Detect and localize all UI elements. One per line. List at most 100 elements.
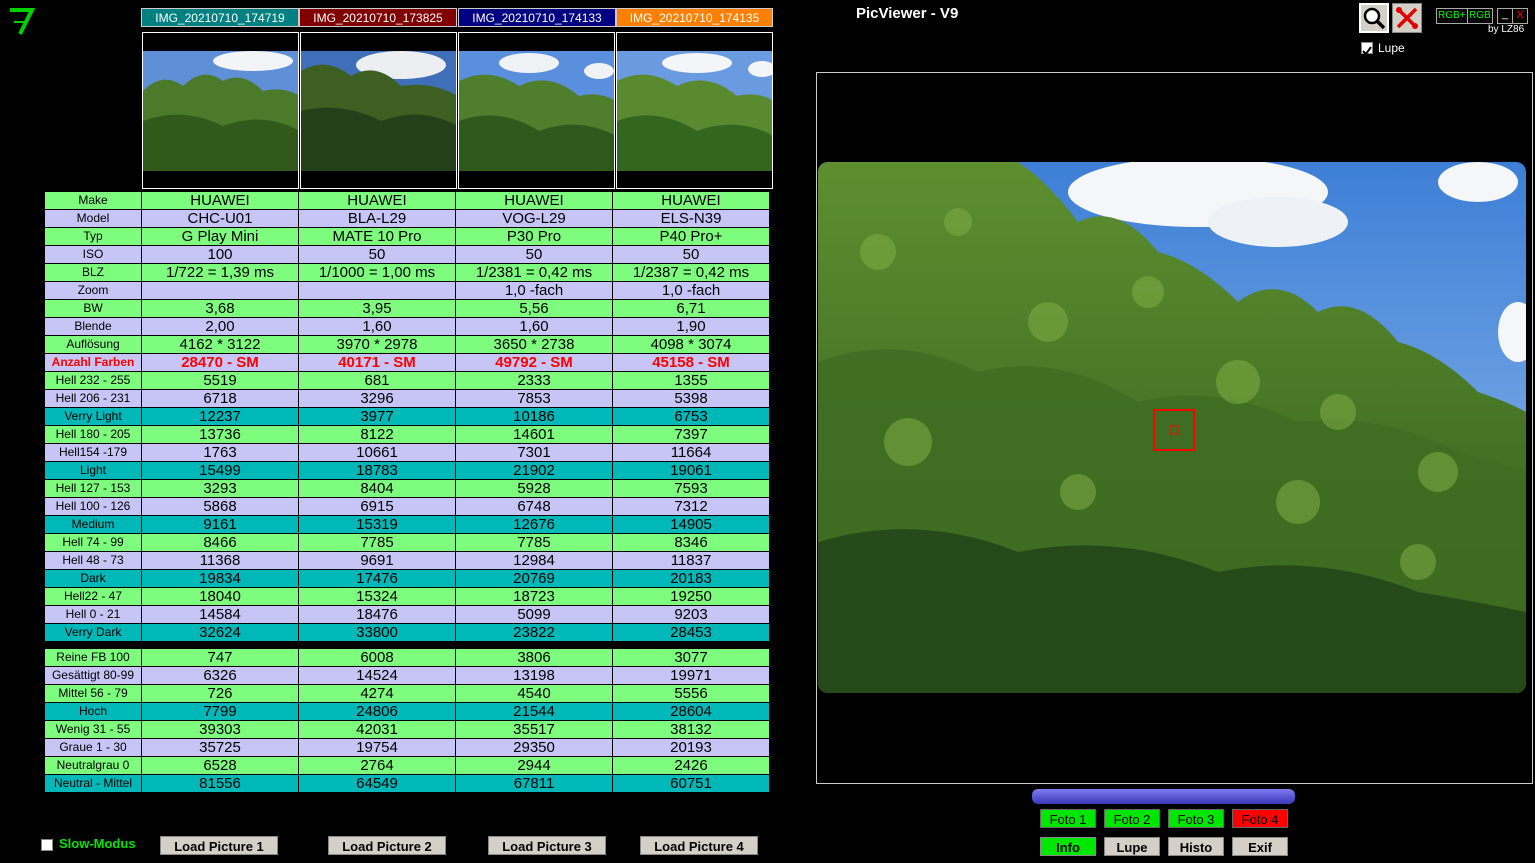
tab-picture-4[interactable]: IMG_20210710_174135 — [616, 8, 773, 27]
row-value-picture-1: 12237 — [141, 407, 299, 426]
row-value-picture-1: 1763 — [141, 443, 299, 462]
slow-mode-checkbox[interactable] — [41, 839, 53, 851]
row-value-picture-3: 1,0 -fach — [455, 281, 613, 300]
rgb-button[interactable]: RGB — [1467, 8, 1493, 24]
row-label: Hell154 -179 — [44, 443, 142, 462]
row-value-picture-3: 67811 — [455, 774, 613, 793]
row-value-picture-2: 15319 — [298, 515, 456, 534]
row-value-picture-4: P40 Pro+ — [612, 227, 770, 246]
row-label: Mittel 56 - 79 — [44, 684, 142, 703]
foto-3-button[interactable]: Foto 3 — [1168, 809, 1224, 828]
row-value-picture-2: 3,95 — [298, 299, 456, 318]
lupe-button[interactable]: Lupe — [1104, 837, 1160, 856]
tab-picture-3[interactable]: IMG_20210710_174133 — [458, 8, 616, 27]
histo-button[interactable]: Histo — [1168, 837, 1224, 856]
row-label: Gesättigt 80-99 — [44, 666, 142, 685]
row-value-picture-2: 14524 — [298, 666, 456, 685]
main-image[interactable] — [818, 162, 1526, 693]
table-row: Hell22 - 47 18040 15324 18723 19250 — [44, 587, 770, 606]
foto-1-button[interactable]: Foto 1 — [1040, 809, 1096, 828]
row-value-picture-4: 50 — [612, 245, 770, 264]
row-value-picture-1: G Play Mini — [141, 227, 299, 246]
row-value-picture-1: 5868 — [141, 497, 299, 516]
load-picture-2-button[interactable]: Load Picture 2 — [328, 836, 446, 855]
load-picture-1-button[interactable]: Load Picture 1 — [160, 836, 278, 855]
table-row: Hell 206 - 231 6718 3296 7853 5398 — [44, 389, 770, 408]
thumbnail-2[interactable] — [300, 32, 457, 189]
row-value-picture-3: 3806 — [455, 648, 613, 667]
row-value-picture-2: 42031 — [298, 720, 456, 739]
tools-icon — [1396, 7, 1418, 29]
tab-picture-1[interactable]: IMG_20210710_174719 — [141, 8, 299, 27]
row-value-picture-3: 3650 * 2738 — [455, 335, 613, 354]
row-value-picture-2: 4274 — [298, 684, 456, 703]
row-value-picture-4: 2426 — [612, 756, 770, 775]
row-value-picture-4: 4098 * 3074 — [612, 335, 770, 354]
row-value-picture-4: 11664 — [612, 443, 770, 462]
close-button[interactable]: X — [1512, 8, 1528, 24]
load-picture-3-button[interactable]: Load Picture 3 — [488, 836, 606, 855]
row-value-picture-4: 45158 - SM — [612, 353, 770, 372]
lupe-checkbox-label: Lupe — [1378, 41, 1405, 55]
row-value-picture-2: 3977 — [298, 407, 456, 426]
row-value-picture-4: 20183 — [612, 569, 770, 588]
row-value-picture-4: 28604 — [612, 702, 770, 721]
row-value-picture-2: 18783 — [298, 461, 456, 480]
thumbnail-1[interactable] — [142, 32, 299, 189]
foto-2-button[interactable]: Foto 2 — [1104, 809, 1160, 828]
foto-slider-bar[interactable] — [1032, 789, 1295, 804]
row-value-picture-1: 6326 — [141, 666, 299, 685]
minimize-button[interactable]: _ — [1497, 8, 1513, 24]
table-row: Verry Dark 32624 33800 23822 28453 — [44, 623, 770, 642]
row-value-picture-2: BLA-L29 — [298, 209, 456, 228]
row-value-picture-1: 6718 — [141, 389, 299, 408]
row-value-picture-2: 3296 — [298, 389, 456, 408]
row-label — [44, 641, 142, 649]
row-label: Medium — [44, 515, 142, 534]
tab-picture-2[interactable]: IMG_20210710_173825 — [299, 8, 457, 27]
magnifier-button[interactable] — [1359, 3, 1389, 33]
row-label: Neutralgrau 0 — [44, 756, 142, 775]
row-value-picture-2: 19754 — [298, 738, 456, 757]
row-value-picture-1: 100 — [141, 245, 299, 264]
table-row: BLZ 1/722 = 1,39 ms 1/1000 = 1,00 ms 1/2381… — [44, 263, 770, 282]
row-value-picture-2: 33800 — [298, 623, 456, 642]
rgb-plus-button[interactable]: RGB+ — [1436, 8, 1468, 24]
info-button[interactable]: Info — [1040, 837, 1096, 856]
exif-button[interactable]: Exif — [1232, 837, 1288, 856]
row-label: Reine FB 100 — [44, 648, 142, 667]
table-row: Light 15499 18783 21902 19061 — [44, 461, 770, 480]
row-value-picture-4: HUAWEI — [612, 191, 770, 210]
foto-4-button[interactable]: Foto 4 — [1232, 809, 1288, 828]
row-value-picture-1 — [141, 281, 299, 300]
row-value-picture-1: 81556 — [141, 774, 299, 793]
row-value-picture-4: 8346 — [612, 533, 770, 552]
row-value-picture-4: 9203 — [612, 605, 770, 624]
row-value-picture-1: 8466 — [141, 533, 299, 552]
row-label: Light — [44, 461, 142, 480]
row-value-picture-3 — [455, 641, 613, 649]
thumbnail-3[interactable] — [458, 32, 615, 189]
table-row: Dark 19834 17476 20769 20183 — [44, 569, 770, 588]
row-value-picture-2: 3970 * 2978 — [298, 335, 456, 354]
row-value-picture-4: 38132 — [612, 720, 770, 739]
tools-button[interactable] — [1392, 3, 1422, 33]
row-label: BW — [44, 299, 142, 318]
table-row: Hell 48 - 73 11368 9691 12984 11837 — [44, 551, 770, 570]
lupe-checkbox[interactable] — [1361, 42, 1373, 56]
row-value-picture-1: 19834 — [141, 569, 299, 588]
byline: by LZ86 — [1488, 24, 1525, 35]
thumbnail-4[interactable] — [616, 32, 773, 189]
row-value-picture-3: P30 Pro — [455, 227, 613, 246]
row-value-picture-1 — [141, 641, 299, 649]
row-label: Hell 48 - 73 — [44, 551, 142, 570]
row-value-picture-4: 7593 — [612, 479, 770, 498]
row-value-picture-1: 9161 — [141, 515, 299, 534]
load-picture-4-button[interactable]: Load Picture 4 — [640, 836, 758, 855]
row-value-picture-4: ELS-N39 — [612, 209, 770, 228]
row-value-picture-3: 50 — [455, 245, 613, 264]
row-value-picture-3: 14601 — [455, 425, 613, 444]
row-value-picture-1: 32624 — [141, 623, 299, 642]
row-value-picture-3: VOG-L29 — [455, 209, 613, 228]
row-value-picture-2: 7785 — [298, 533, 456, 552]
